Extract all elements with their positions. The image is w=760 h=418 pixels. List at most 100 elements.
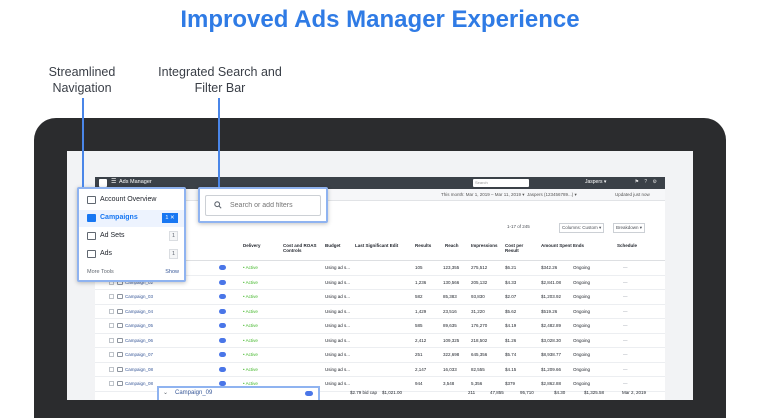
search-filter-box[interactable]	[205, 195, 321, 216]
search-filter-panel	[198, 187, 328, 223]
campaign-name-link[interactable]: Campaign_03	[125, 294, 153, 299]
table-row[interactable]: Campaign_04 • Active Using ad s... 1,429 23,…	[95, 305, 665, 319]
ends-value: Ongoing	[573, 366, 591, 372]
columns-dropdown[interactable]: Columns: Custom ▾	[559, 223, 605, 233]
page-headline: Improved Ads Manager Experience	[180, 6, 580, 33]
results-value: 251	[415, 352, 423, 357]
campaign-name-link[interactable]: Campaign_08	[125, 381, 153, 386]
account-switcher[interactable]: Jaspers ▾	[585, 179, 606, 185]
nav-item-label: Account Overview	[100, 196, 157, 203]
campaign-name-link[interactable]: Campaign_04	[125, 309, 153, 314]
column-header[interactable]: Impressions	[471, 243, 498, 248]
topbar-icons[interactable]: ⚑ ? ⚙	[634, 179, 659, 185]
date-range-picker[interactable]: This month: Mar 1, 2019 – Mar 11, 2019 ▾	[441, 192, 524, 198]
table-row[interactable]: Campaign_05 • Active Using ad s... 585 89,63…	[95, 319, 665, 334]
cost-per-result-value: $2.07	[505, 294, 517, 299]
campaign-toggle[interactable]	[219, 279, 226, 285]
selection-count-badge[interactable]: 1 ✕	[162, 213, 178, 223]
reach-value: 47,855	[490, 390, 504, 395]
column-header[interactable]: Budget	[325, 243, 341, 248]
row-checkbox[interactable]	[109, 323, 114, 328]
campaign-toggle[interactable]	[219, 265, 226, 270]
amount-spent-value: $1,203.92	[541, 294, 562, 299]
table-row[interactable]: Campaign_03 • Active Using ad s... 582 85,38…	[95, 290, 665, 305]
breakdown-dropdown[interactable]: Breakdown ▾	[613, 223, 646, 233]
schedule-value: —	[623, 337, 628, 343]
schedule-value: —	[623, 279, 628, 285]
campaign-toggle[interactable]	[219, 308, 226, 314]
show-more-tools-link[interactable]: Show	[165, 269, 179, 275]
campaign-name-link[interactable]: Campaign_06	[125, 338, 153, 343]
reach-value: 89,635	[443, 323, 457, 328]
delivery-status: • Active	[243, 366, 258, 372]
table-row[interactable]: Campaign_07 • Active Using ad s... 251 322,6…	[95, 348, 665, 363]
delivery-status: • Active	[243, 352, 258, 357]
campaign-toggle[interactable]	[219, 352, 226, 357]
nav-item-ad-sets[interactable]: Ad Sets 1	[79, 228, 184, 245]
row-checkbox[interactable]	[109, 352, 114, 357]
facebook-logo-icon[interactable]	[99, 179, 107, 187]
column-header[interactable]: Cost per Result	[505, 243, 535, 253]
campaign-toggle[interactable]	[305, 391, 313, 396]
folder-icon	[87, 214, 96, 222]
campaign-name-link[interactable]: Campaign_09	[175, 390, 212, 396]
global-search-input[interactable]: Search	[473, 179, 529, 187]
cost-per-result-value: $5.74	[505, 352, 517, 357]
column-header[interactable]: Schedule	[617, 243, 637, 248]
menu-icon[interactable]: ☰	[111, 178, 116, 185]
reach-value: 3,548	[443, 381, 455, 386]
row-checkbox[interactable]	[109, 381, 114, 386]
budget-value: Using ad s...	[325, 294, 351, 299]
row-checkbox[interactable]	[109, 366, 114, 372]
campaign-name-link[interactable]: Campaign_07	[125, 352, 153, 357]
count-badge: 1	[169, 249, 178, 259]
column-header[interactable]: Delivery	[243, 243, 261, 248]
ends-value: Ongoing	[573, 308, 591, 314]
impressions-value: 645,356	[471, 352, 488, 357]
search-filter-input[interactable]	[230, 199, 318, 212]
ends-value: Mar 2, 2019	[622, 390, 647, 395]
schedule-value: —	[623, 323, 628, 328]
reach-value: 130,566	[443, 279, 460, 285]
column-header[interactable]: Reach	[445, 243, 459, 248]
highlighted-row-metrics: $2.79 bid cap $1,021.00 211 47,855 95,71…	[320, 388, 660, 400]
column-header[interactable]: Results	[415, 243, 431, 248]
impressions-value: 31,220	[471, 308, 485, 314]
ends-value: Ongoing	[573, 381, 591, 386]
campaign-toggle[interactable]	[219, 366, 226, 372]
cost-per-result-value: $5.62	[505, 308, 517, 314]
nav-footer: More Tools Show	[87, 269, 179, 275]
ends-value: Ongoing	[573, 337, 591, 343]
reach-value: 16,033	[443, 366, 457, 372]
campaign-toggle[interactable]	[219, 337, 226, 343]
nav-item-ads[interactable]: Ads 1	[79, 246, 184, 263]
budget-value: Using ad s...	[325, 323, 351, 328]
column-header[interactable]: Last Significant Edit	[355, 243, 398, 248]
expand-chevron-icon[interactable]: ⌄	[163, 389, 168, 396]
ends-value: Ongoing	[573, 323, 591, 328]
cost-per-result-value: $4.19	[505, 323, 517, 328]
campaign-name-link[interactable]: Campaign_05	[125, 323, 153, 328]
nav-item-account-overview[interactable]: Account Overview	[79, 192, 184, 209]
row-checkbox[interactable]	[109, 337, 114, 343]
highlighted-campaign-row[interactable]: ⌄ Campaign_09	[157, 386, 320, 400]
campaign-name-link[interactable]: Campaign_08	[125, 367, 153, 372]
budget-value: Using ad s...	[325, 381, 351, 386]
callout-search: Integrated Search and Filter Bar	[158, 65, 282, 95]
table-row[interactable]: Campaign_06 • Active Using ad s... 2,412 109…	[95, 334, 665, 348]
budget-value: Using ad s...	[325, 366, 351, 372]
column-header[interactable]: Amount Spent	[541, 243, 572, 248]
nav-item-campaigns[interactable]: Campaigns 1 ✕	[79, 210, 184, 227]
schedule-value: —	[623, 366, 628, 372]
ad-account-selector[interactable]: Jaspers (123456789...) ▾	[527, 192, 577, 198]
row-checkbox[interactable]	[109, 308, 114, 314]
results-value: 944	[415, 381, 423, 386]
campaign-toggle[interactable]	[219, 323, 226, 328]
column-header[interactable]: Cost and ROAS Controls	[283, 243, 319, 253]
campaign-toggle[interactable]	[219, 294, 226, 299]
delivery-status: • Active	[243, 265, 258, 270]
results-value: 1,429	[415, 308, 427, 314]
table-row[interactable]: Campaign_08 • Active Using ad s... 2,147 16,…	[95, 363, 665, 377]
row-checkbox[interactable]	[109, 294, 114, 299]
column-header[interactable]: Ends	[573, 243, 584, 248]
